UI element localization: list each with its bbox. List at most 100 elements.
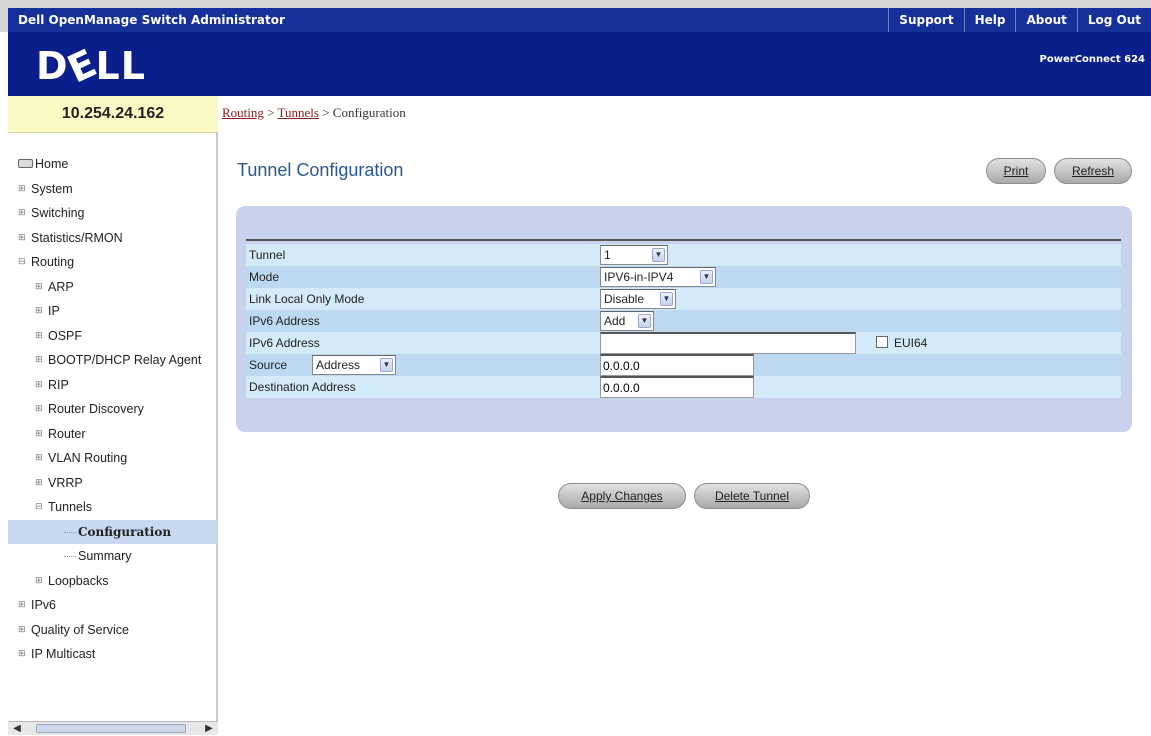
nav-statistics-label: Statistics/RMON [31,230,123,245]
nav-tunnels-label: Tunnels [48,500,93,514]
nav-ip-label: IP [48,304,60,318]
breadcrumb-separator: > [322,105,330,120]
nav-qos[interactable]: ⊞ Quality of Service [8,618,218,643]
row-source: Source Address ▼ [246,354,1121,376]
nav-rip[interactable]: ⊞ RIP [8,373,218,398]
nav-router-discovery[interactable]: ⊞ Router Discovery [8,397,218,422]
sidebar-horizontal-scrollbar[interactable]: ◀ ▶ [8,721,218,735]
expand-icon[interactable]: ⊞ [35,575,44,585]
breadcrumb-tunnels[interactable]: Tunnels [278,105,319,120]
nav-ipv6[interactable]: ⊞ IPv6 [8,593,218,618]
nav-home-label: Home [35,157,69,171]
help-link[interactable]: Help [963,8,1016,32]
chevron-down-icon[interactable]: ▼ [380,358,393,372]
switch-ip: 10.254.24.162 [8,96,218,133]
header-rule [246,239,1121,241]
support-link[interactable]: Support [888,8,963,32]
nav-tunnels[interactable]: ⊟ Tunnels [8,495,218,520]
expand-icon[interactable]: ⊞ [18,624,27,634]
chevron-down-icon[interactable]: ▼ [638,314,651,328]
breadcrumb-routing[interactable]: Routing [222,105,264,120]
row-ipv6-address: IPv6 Address EUI64 [246,332,1121,354]
chevron-down-icon[interactable]: ▼ [652,248,665,262]
collapse-icon[interactable]: ⊟ [35,502,44,511]
nav-ospf[interactable]: ⊞ OSPF [8,324,218,349]
expand-icon[interactable]: ⊞ [35,453,44,462]
eui64-checkbox[interactable] [876,336,888,348]
expand-icon[interactable]: ⊞ [18,600,27,609]
nav-router[interactable]: ⊞ Router [8,422,218,447]
link-local-select-value: Disable [604,292,645,306]
apply-changes-button[interactable]: Apply Changes [558,483,686,509]
scroll-left-arrow-icon[interactable]: ◀ [10,722,24,736]
ipv6-action-select[interactable]: Add ▼ [600,311,654,331]
nav-statistics[interactable]: ⊞ Statistics/RMON [8,226,218,251]
source-type-select[interactable]: Address ▼ [312,355,396,375]
nav-tree: Home ⊞ System ⊞ Switching ⊞ Statistics/RMON… [8,152,218,667]
nav-ospf-label: OSPF [48,328,83,343]
logout-link[interactable]: Log Out [1076,8,1151,32]
expand-icon[interactable]: ⊞ [18,232,27,242]
nav-switching[interactable]: ⊞ Switching [8,201,218,226]
tunnel-label: Tunnel [249,248,286,262]
nav-ip[interactable]: ⊞ IP [8,299,218,324]
nav-ip-multicast-label: IP Multicast [31,647,96,661]
expand-icon[interactable]: ⊞ [35,477,44,487]
home-icon [18,159,33,169]
link-local-label: Link Local Only Mode [249,292,365,306]
delete-tunnel-button[interactable]: Delete Tunnel [694,483,810,509]
nav-arp-label: ARP [48,279,74,294]
expand-icon[interactable]: ⊞ [18,183,27,193]
expand-icon[interactable]: ⊞ [35,281,44,291]
nav-vlan-routing[interactable]: ⊞ VLAN Routing [8,446,218,471]
nav-ip-multicast[interactable]: ⊞ IP Multicast [8,642,218,667]
nav-routing[interactable]: ⊟ Routing [8,250,218,275]
mode-select[interactable]: IPV6-in-IPV4 ▼ [600,267,716,287]
tunnel-select[interactable]: 1 ▼ [600,245,668,265]
scrollbar-thumb[interactable] [36,724,186,733]
mode-select-value: IPV6-in-IPV4 [604,270,674,284]
nav-loopbacks-label: Loopbacks [48,573,109,588]
nav-vrrp-label: VRRP [48,475,83,490]
expand-icon[interactable]: ⊞ [35,428,44,438]
nav-vlan-routing-label: VLAN Routing [48,451,128,465]
chevron-down-icon[interactable]: ▼ [660,292,673,306]
tree-line [64,556,76,558]
breadcrumb-separator: > [267,105,275,120]
expand-icon[interactable]: ⊞ [35,404,44,413]
ipv6-address-input[interactable] [600,332,856,354]
destination-address-input[interactable] [600,376,754,398]
link-local-select[interactable]: Disable ▼ [600,289,676,309]
nav-tunnels-configuration[interactable]: Configuration [8,519,218,544]
nav-home[interactable]: Home [8,152,218,177]
page-title: Tunnel Configuration [237,160,404,180]
nav-summary-label: Summary [78,549,132,563]
refresh-button[interactable]: Refresh [1054,158,1132,184]
scroll-right-arrow-icon[interactable]: ▶ [202,722,216,736]
row-link-local: Link Local Only Mode Disable ▼ [246,288,1121,310]
expand-icon[interactable]: ⊞ [35,330,44,340]
nav-system[interactable]: ⊞ System [8,177,218,202]
print-button[interactable]: Print [986,158,1046,184]
expand-icon[interactable]: ⊞ [18,649,27,658]
ipv6-action-select-value: Add [604,314,626,328]
main-content: Routing > Tunnels > Configuration Tunnel… [220,96,1151,735]
nav-rip-label: RIP [48,377,69,392]
nav-vrrp[interactable]: ⊞ VRRP [8,471,218,496]
nav-arp[interactable]: ⊞ ARP [8,275,218,300]
chevron-down-icon[interactable]: ▼ [700,270,713,284]
expand-icon[interactable]: ⊞ [35,355,44,364]
expand-icon[interactable]: ⊞ [18,208,27,217]
nav-bootp[interactable]: ⊞ BOOTP/DHCP Relay Agent [8,348,218,373]
collapse-icon[interactable]: ⊟ [18,257,27,266]
expand-icon[interactable]: ⊞ [35,379,44,389]
row-mode: Mode IPV6-in-IPV4 ▼ [246,266,1121,288]
expand-icon[interactable]: ⊞ [35,306,44,315]
nav-qos-label: Quality of Service [31,622,129,637]
about-link[interactable]: About [1015,8,1076,32]
mode-label: Mode [249,270,280,284]
row-ipv6-action: IPv6 Address Add ▼ [246,310,1121,332]
source-address-input[interactable] [600,354,754,376]
nav-loopbacks[interactable]: ⊞ Loopbacks [8,569,218,594]
nav-tunnels-summary[interactable]: Summary [8,544,218,569]
